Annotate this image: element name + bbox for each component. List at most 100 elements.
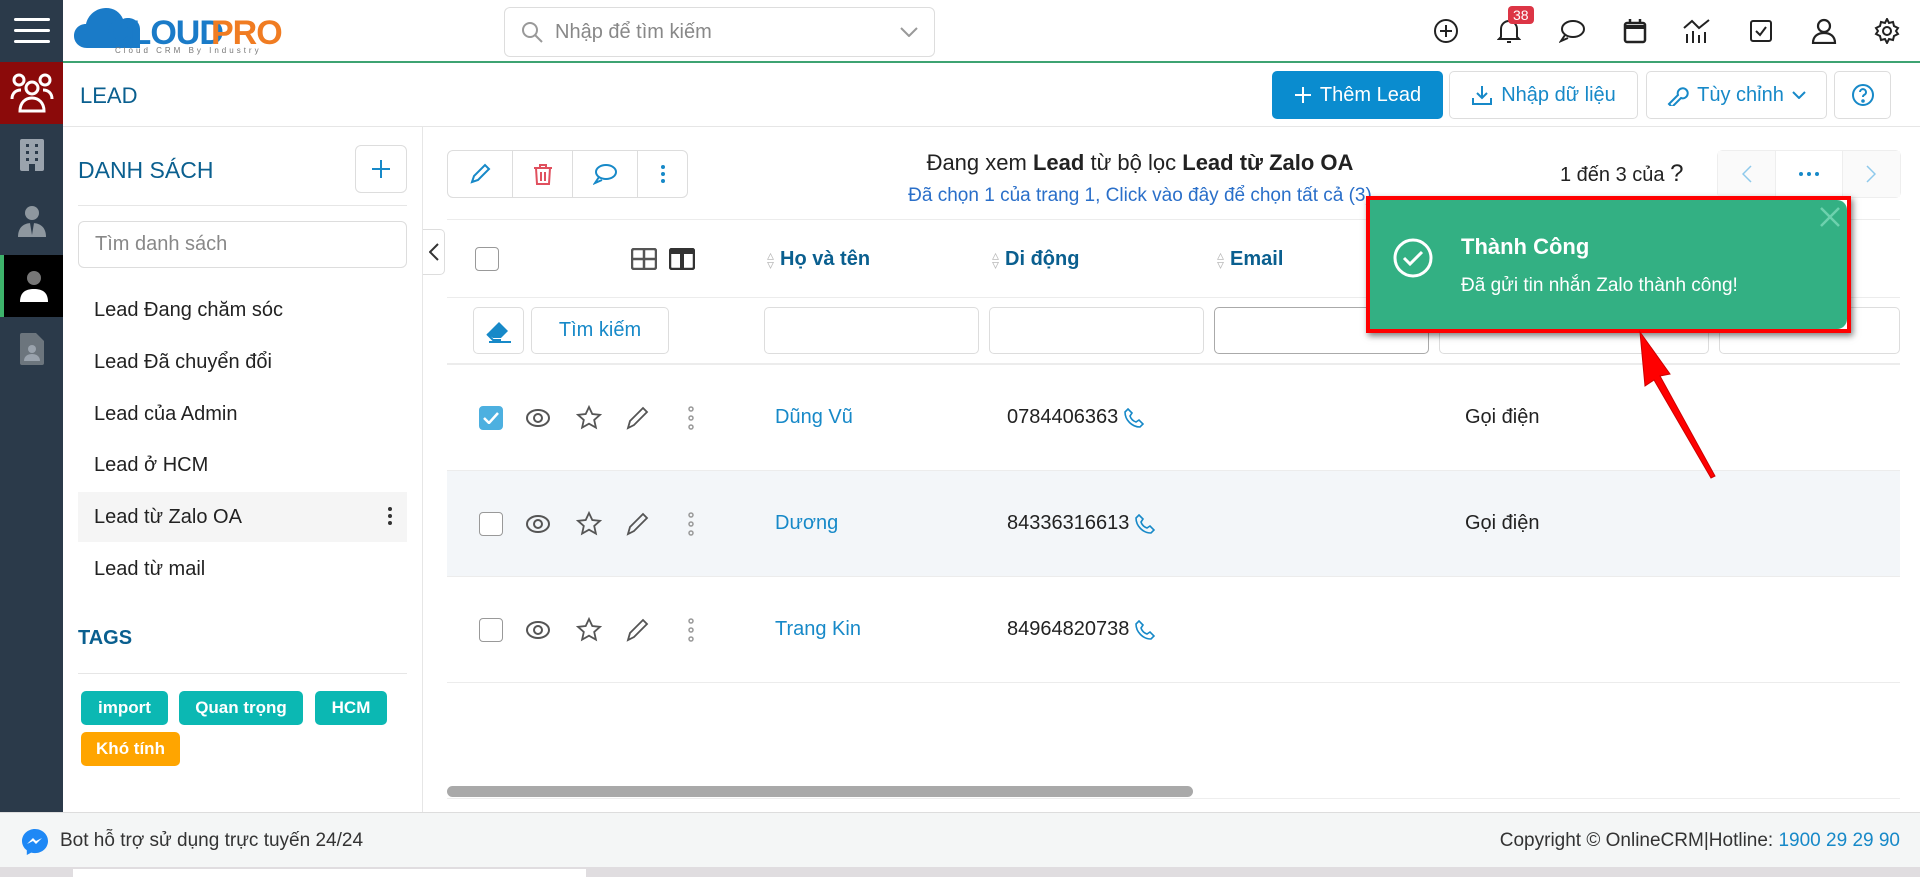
column-header-mobile[interactable]: ▵ ▿ Di động	[992, 248, 1079, 271]
chevron-left-icon	[1741, 165, 1752, 183]
tasks-button[interactable]	[1744, 14, 1778, 48]
star-icon[interactable]	[576, 404, 602, 431]
phone-icon[interactable]	[1135, 619, 1156, 640]
bulk-edit-button[interactable]	[448, 151, 513, 197]
chat-button[interactable]	[1555, 14, 1589, 48]
row-checkbox[interactable]	[479, 617, 503, 642]
list-search-input[interactable]: Tìm danh sách	[78, 221, 407, 268]
tag-chip[interactable]: Quan trọng	[179, 691, 303, 725]
kebab-menu-icon[interactable]	[387, 506, 393, 526]
list-item[interactable]: Lead Đang chăm sóc	[78, 285, 407, 335]
list-items: Lead Mới Lead Đang chăm sóc Lead Đã chuy…	[78, 268, 407, 608]
phone-icon[interactable]	[1124, 407, 1145, 428]
rail-item-leads[interactable]	[0, 62, 63, 124]
view-filter: Lead từ Zalo OA	[1182, 150, 1354, 175]
add-lead-button[interactable]: Thêm Lead	[1272, 71, 1443, 119]
kebab-menu-icon[interactable]	[687, 511, 695, 536]
table-row[interactable]: Dương 84336316613 Gọi điện	[447, 471, 1900, 577]
quick-create-button[interactable]	[1429, 14, 1463, 48]
settings-button[interactable]	[1870, 14, 1904, 48]
tag-chip[interactable]: HCM	[315, 691, 387, 725]
list-item[interactable]: Lead ở HCM	[78, 440, 407, 490]
list-item-label: Lead Mới	[94, 268, 178, 273]
hotline-number[interactable]: 1900 29 29 90	[1778, 830, 1900, 851]
rail-item-leads-list[interactable]	[0, 255, 63, 317]
lead-mobile: 84964820738	[1007, 618, 1130, 640]
chevron-down-icon	[1792, 91, 1806, 99]
filter-name-input[interactable]	[764, 307, 979, 354]
divider	[78, 673, 407, 674]
global-search-input[interactable]: Nhập để tìm kiếm	[504, 7, 935, 57]
menu-toggle-button[interactable]	[0, 0, 63, 62]
profile-button[interactable]	[1807, 14, 1841, 48]
pager-total-unknown[interactable]: ?	[1670, 160, 1683, 187]
kebab-menu-icon[interactable]	[687, 405, 695, 430]
star-icon[interactable]	[576, 510, 602, 537]
filter-mobile-input[interactable]	[989, 307, 1204, 354]
list-item[interactable]: Lead của Admin	[78, 389, 407, 439]
import-data-button[interactable]: Nhập dữ liệu	[1449, 71, 1638, 119]
column-view-icon[interactable]	[669, 248, 695, 270]
eye-icon[interactable]	[525, 514, 551, 534]
customize-label: Tùy chỉnh	[1697, 83, 1784, 106]
tag-chip[interactable]: Khó tính	[81, 732, 180, 766]
kebab-menu-icon[interactable]	[687, 617, 695, 642]
close-icon[interactable]	[1819, 206, 1841, 228]
lead-name-link[interactable]: Dũng Vũ	[775, 365, 853, 470]
chevron-down-icon[interactable]	[900, 27, 918, 37]
eye-icon[interactable]	[525, 620, 551, 640]
table-row[interactable]: Trang Kin 84964820738	[447, 577, 1900, 683]
support-bot-link[interactable]: Bot hỗ trợ sử dụng trực tuyến 24/24	[60, 830, 363, 852]
grid-view-icon[interactable]	[631, 248, 657, 270]
list-item[interactable]: Lead Đã chuyển đổi	[78, 337, 407, 387]
clear-filter-button[interactable]	[473, 307, 524, 354]
lead-mobile: 84336316613	[1007, 512, 1130, 534]
bulk-message-button[interactable]	[573, 151, 639, 197]
next-page-button[interactable]	[1842, 151, 1900, 197]
task-check-icon	[1750, 20, 1772, 42]
list-item[interactable]: Lead Mới	[78, 268, 407, 286]
list-item-label: Lead ở HCM	[94, 453, 209, 476]
select-all-checkbox[interactable]	[475, 247, 499, 271]
eye-icon[interactable]	[525, 408, 551, 428]
star-icon[interactable]	[576, 616, 602, 643]
os-taskbar-edge	[0, 867, 1920, 877]
phone-icon[interactable]	[1135, 513, 1156, 534]
row-checkbox-checked[interactable]	[479, 405, 503, 430]
view-prefix: Đang xem	[926, 150, 1027, 175]
help-icon	[1851, 84, 1874, 106]
filter-search-button[interactable]: Tìm kiếm	[531, 307, 669, 354]
rail-item-documents[interactable]	[0, 318, 63, 380]
column-header-name[interactable]: ▵ ▿ Họ và tên	[767, 248, 870, 271]
collapse-panel-button[interactable]	[423, 229, 445, 275]
bulk-delete-button[interactable]	[513, 151, 574, 197]
rail-item-contacts[interactable]	[0, 190, 63, 252]
tag-chip[interactable]: import	[81, 691, 168, 725]
column-header-email[interactable]: ▵ ▿ Email	[1217, 248, 1283, 271]
prev-page-button[interactable]	[1718, 151, 1777, 197]
notifications-button[interactable]: 38	[1492, 6, 1534, 48]
list-item[interactable]: Lead từ mail	[78, 544, 407, 594]
help-button[interactable]	[1834, 71, 1891, 119]
customize-dropdown[interactable]: Tùy chỉnh	[1646, 71, 1827, 119]
pagination	[1717, 150, 1901, 198]
lead-name-link[interactable]: Trang Kin	[775, 577, 861, 682]
lead-name-link[interactable]: Dương	[775, 471, 838, 576]
calendar-button[interactable]	[1618, 14, 1652, 48]
horizontal-scrollbar[interactable]	[447, 786, 1193, 797]
row-checkbox[interactable]	[479, 511, 503, 536]
add-list-button[interactable]	[355, 145, 407, 193]
more-actions-button[interactable]	[638, 151, 687, 197]
notification-badge: 38	[1508, 6, 1534, 24]
pencil-icon[interactable]	[625, 406, 649, 430]
pencil-icon[interactable]	[625, 512, 649, 536]
page-header: LEAD Thêm Lead Nhập dữ liệu Tùy chỉnh	[63, 63, 1920, 127]
rail-item-organizations[interactable]	[0, 124, 63, 186]
cloudpro-logo[interactable]: CLOUD PRO Cloud CRM By Industry	[73, 6, 303, 56]
chat-icon	[593, 164, 618, 185]
messenger-icon[interactable]	[20, 827, 50, 857]
page-jump-button[interactable]	[1776, 151, 1843, 197]
pencil-icon[interactable]	[625, 618, 649, 642]
list-item-selected[interactable]: Lead từ Zalo OA	[78, 492, 407, 542]
reports-button[interactable]	[1680, 14, 1714, 48]
